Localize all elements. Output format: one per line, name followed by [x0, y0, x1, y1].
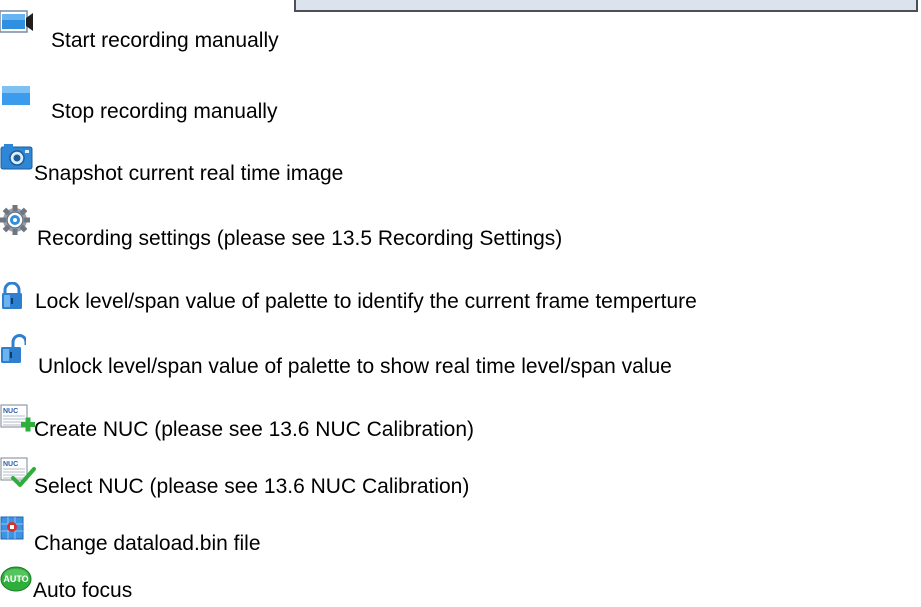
video-camera-icon: [0, 10, 33, 33]
nuc-icon-text: NUC: [3, 408, 18, 415]
nuc-icon-text: NUC: [3, 461, 18, 468]
nuc-select-icon: NUC: [0, 457, 36, 487]
camera-icon: [0, 144, 33, 170]
legend-label: Snapshot current real time image: [34, 162, 344, 185]
auto-icon-text: AUTO: [3, 574, 28, 584]
legend-label: Recording settings (please see 13.5 Reco…: [37, 227, 563, 250]
legend-label: Change dataload.bin file: [34, 532, 261, 555]
legend-label: Select NUC (please see 13.6 NUC Calibrat…: [34, 475, 470, 498]
lock-icon: [2, 282, 22, 309]
gear-icon: [0, 205, 30, 235]
window-frame-edge: [294, 0, 918, 12]
legend-label: Start recording manually: [51, 29, 279, 52]
legend-label: Auto focus: [33, 579, 133, 602]
legend-label: Unlock level/span value of palette to sh…: [38, 355, 672, 378]
legend-label: Stop recording manually: [51, 100, 278, 123]
autofocus-icon: AUTO: [0, 566, 32, 592]
unlock-icon: [1, 334, 26, 363]
legend-label: Lock level/span value of palette to iden…: [35, 290, 697, 313]
dataload-icon: [0, 516, 24, 540]
nuc-create-icon: NUC: [0, 404, 35, 432]
stop-icon: [2, 86, 30, 105]
legend-label: Create NUC (please see 13.6 NUC Calibrat…: [34, 418, 475, 441]
